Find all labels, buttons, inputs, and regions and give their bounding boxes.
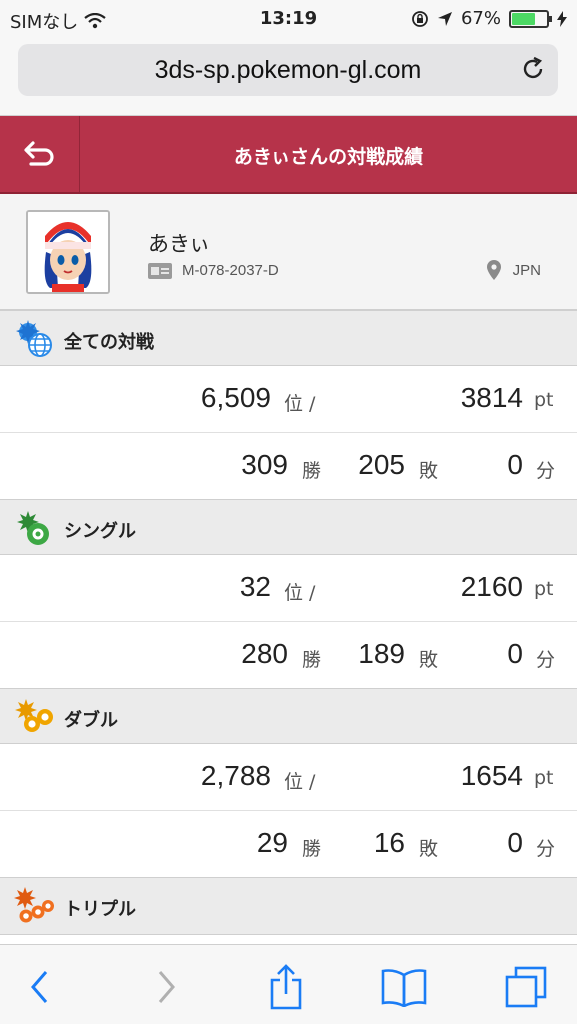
profile-card: あきぃ M-078-2037-D JPN (0, 194, 577, 310)
points-value: 2160 (460, 571, 523, 602)
points-value: 3814 (460, 382, 523, 413)
page-title: あきぃさんの対戦成績 (233, 146, 424, 168)
player-region: JPN (512, 261, 541, 279)
points-unit: pt (534, 767, 554, 789)
section-header-double: ダブル (0, 688, 577, 744)
status-right-group: 67% (411, 8, 567, 29)
rank-row-all: 6,509 位 / 3814 pt (0, 366, 577, 433)
single-battle-icon (17, 511, 49, 545)
record-row-double: 29 勝 16 敗 0 分 (0, 811, 577, 878)
rank-row-single: 32 位 / 2160 pt (0, 555, 577, 622)
player-name: あきぃ (148, 232, 211, 256)
charging-bolt-icon (557, 10, 567, 27)
draws-value: 0 (507, 827, 523, 858)
draws-unit: 分 (536, 838, 556, 860)
points-unit: pt (534, 578, 554, 600)
double-battle-icon (15, 699, 53, 732)
wins-unit: 勝 (302, 460, 322, 482)
losses-value: 189 (358, 638, 405, 669)
reload-icon[interactable] (520, 56, 546, 82)
safari-bottom-toolbar (0, 944, 577, 1024)
wins-value: 29 (256, 827, 288, 858)
section-header-single: シングル (0, 499, 577, 555)
draws-value: 0 (507, 638, 523, 669)
rank-value: 32 (239, 571, 271, 602)
avatar (26, 210, 110, 294)
rank-unit: 位 / (284, 771, 316, 793)
record-row-single: 280 勝 189 敗 0 分 (0, 622, 577, 689)
rank-value: 2,788 (200, 760, 271, 791)
rank-value: 6,509 (200, 382, 271, 413)
location-arrow-icon (437, 11, 452, 26)
section-label-triple: トリプル (64, 899, 136, 920)
share-button[interactable] (262, 963, 310, 1011)
losses-unit: 敗 (419, 838, 439, 860)
battery-icon (509, 9, 552, 28)
section-label-all: 全ての対戦 (64, 332, 154, 353)
orientation-lock-icon (412, 10, 428, 27)
player-region-row: JPN (486, 260, 541, 280)
back-button[interactable] (0, 116, 80, 192)
section-header-triple: トリプル (0, 877, 577, 935)
back-chevron-icon (31, 971, 48, 1003)
share-icon (270, 964, 302, 1010)
losses-value: 16 (373, 827, 405, 858)
record-row-all: 309 勝 205 敗 0 分 (0, 433, 577, 500)
losses-unit: 敗 (419, 649, 439, 671)
tabs-button[interactable] (502, 963, 550, 1011)
wins-unit: 勝 (302, 838, 322, 860)
player-id-row: M-078-2037-D (148, 262, 279, 279)
address-bar[interactable]: 3ds-sp.pokemon-gl.com (18, 44, 558, 96)
url-text[interactable]: 3ds-sp.pokemon-gl.com (18, 56, 558, 85)
points-value: 1654 (460, 760, 523, 791)
rank-unit: 位 / (284, 582, 316, 604)
draws-value: 0 (507, 449, 523, 480)
points-unit: pt (534, 389, 554, 411)
battery-percent: 67% (460, 8, 501, 29)
draws-unit: 分 (536, 460, 556, 482)
player-id: M-078-2037-D (182, 262, 279, 279)
id-card-icon (148, 262, 172, 279)
browser-back-button[interactable] (16, 963, 64, 1011)
draws-unit: 分 (536, 649, 556, 671)
section-label-double: ダブル (64, 710, 118, 731)
triple-battle-icon (14, 887, 54, 923)
wins-value: 309 (241, 449, 288, 480)
bookmarks-button[interactable] (380, 963, 428, 1011)
losses-value: 205 (358, 449, 405, 480)
location-pin-icon (486, 260, 501, 280)
section-label-single: シングル (64, 521, 136, 542)
wins-unit: 勝 (302, 649, 322, 671)
section-header-all: 全ての対戦 (0, 310, 577, 366)
bookmarks-icon (381, 969, 427, 1007)
browser-toolbar: 3ds-sp.pokemon-gl.com (0, 38, 577, 116)
battery-fill (512, 12, 535, 25)
rank-row-double: 2,788 位 / 1654 pt (0, 744, 577, 811)
tabs-icon (505, 966, 547, 1008)
wins-value: 280 (241, 638, 288, 669)
rank-unit: 位 / (284, 393, 316, 415)
browser-forward-button[interactable] (142, 963, 190, 1011)
status-bar: SIMなし 13:19 67% (0, 0, 577, 38)
globe-burst-icon (16, 320, 52, 357)
forward-chevron-icon (158, 971, 175, 1003)
page-header: あきぃさんの対戦成績 (0, 116, 577, 194)
trainer-avatar-image (28, 212, 108, 292)
back-arrow-icon (23, 141, 54, 166)
losses-unit: 敗 (419, 460, 439, 482)
